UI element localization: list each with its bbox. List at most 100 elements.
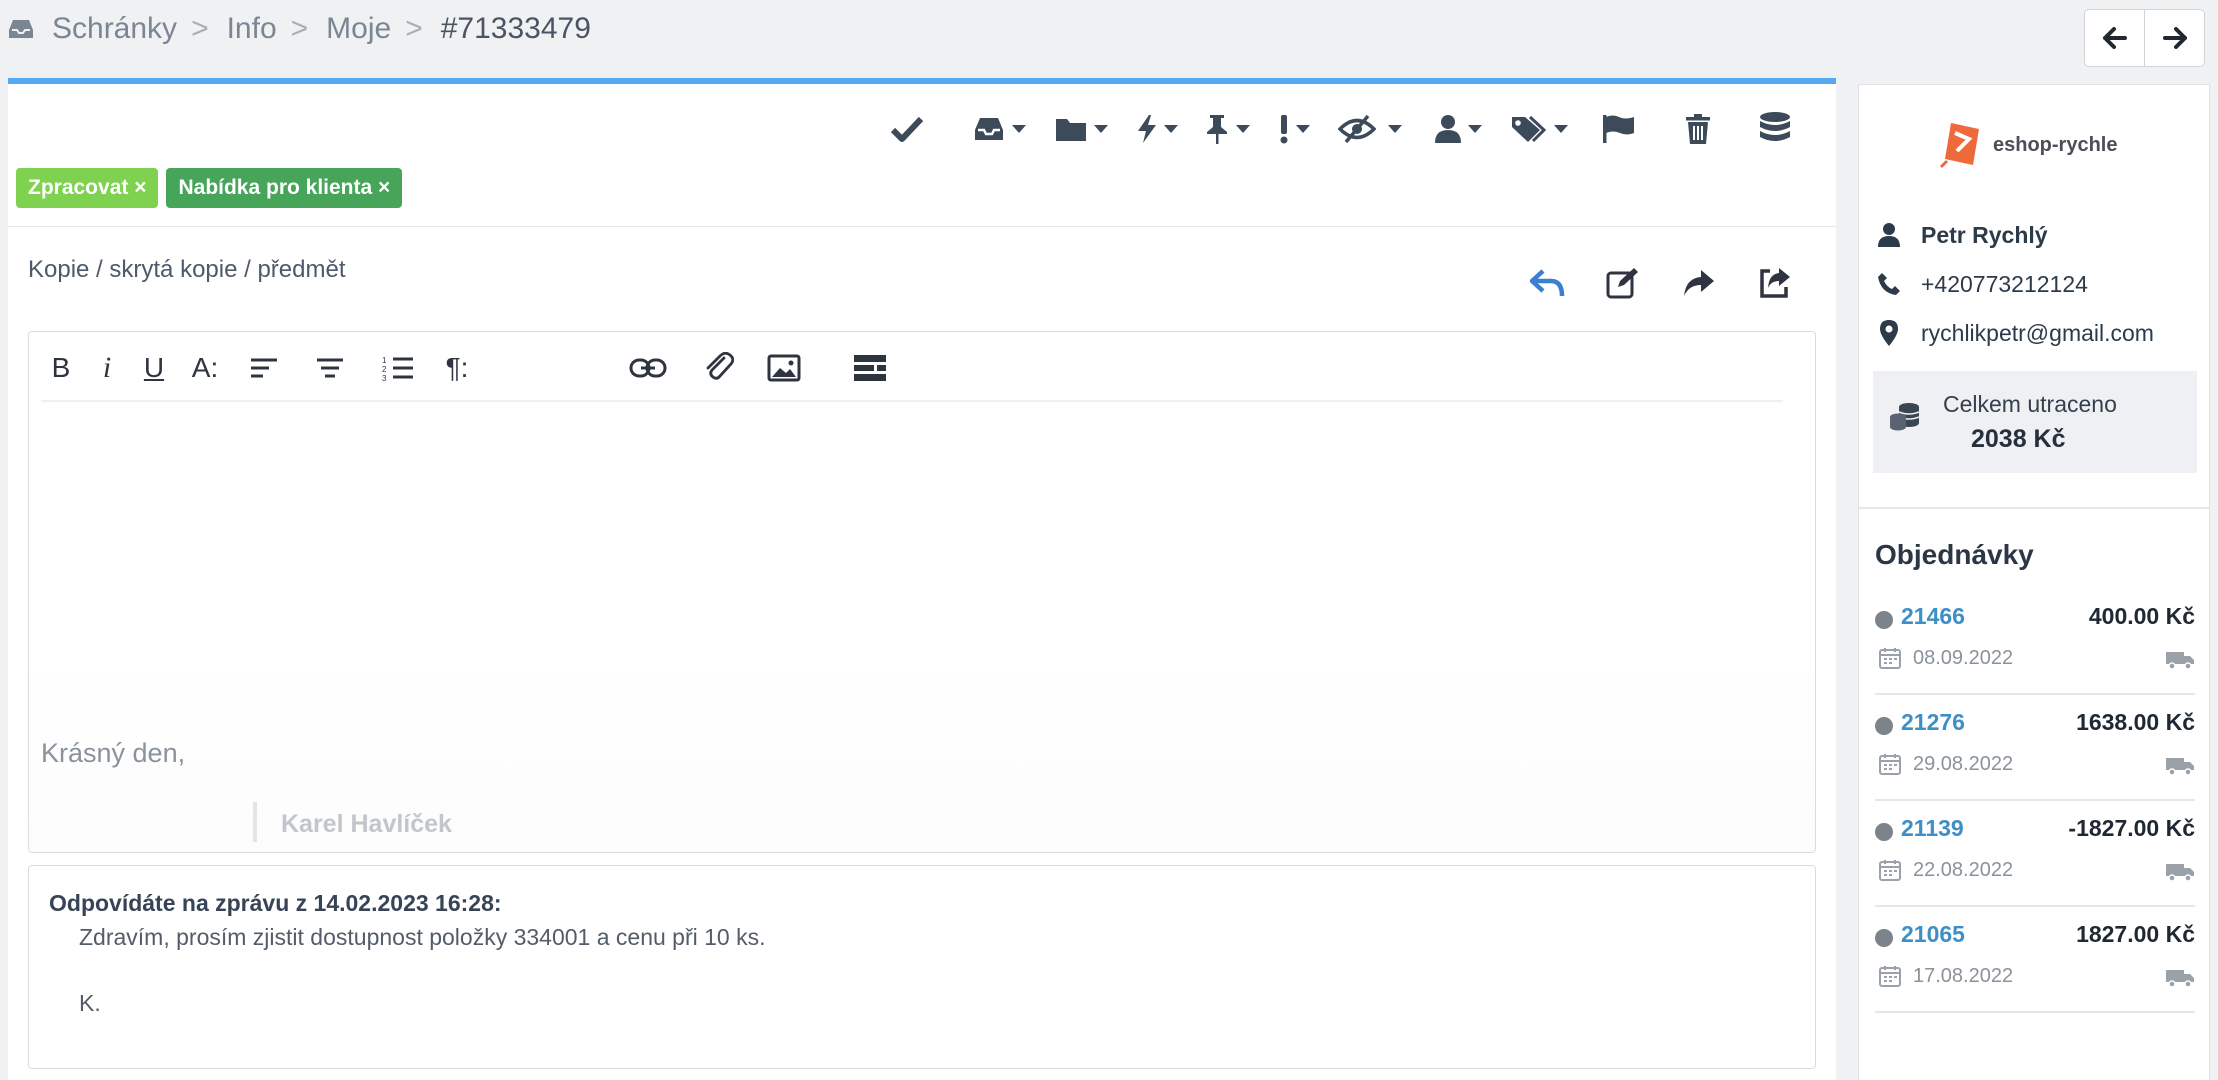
- quoted-message-line: Zdravím, prosím zjistit dostupnost polož…: [79, 924, 766, 950]
- ticket-navigation: [2084, 9, 2205, 67]
- bold-icon: B: [51, 352, 71, 383]
- folder-icon: [1056, 119, 1086, 141]
- action-button[interactable]: [1136, 104, 1178, 154]
- customer-phone[interactable]: +420773212124: [1921, 271, 2088, 298]
- share-button[interactable]: [1756, 264, 1794, 302]
- eshop-logo-icon: [1939, 123, 1979, 169]
- pin-button[interactable]: [1204, 104, 1250, 154]
- ticket-tags: Zpracovat × Nabídka pro klienta ×: [16, 168, 403, 208]
- italic-icon: i: [102, 351, 112, 384]
- divider: [1859, 507, 2209, 509]
- signature-name: Karel Havlíček: [281, 810, 452, 838]
- reply-actions: [1528, 264, 1794, 302]
- visibility-button[interactable]: [1338, 104, 1402, 154]
- coins-icon: [1890, 403, 1920, 431]
- cc-bcc-subject-link[interactable]: Kopie / skrytá kopie / předmět: [28, 256, 345, 284]
- order-item[interactable]: 21139 -1827.00 Kč 22.08.2022: [1875, 801, 2195, 907]
- forward-button[interactable]: [1680, 264, 1718, 302]
- calendar-icon: [1879, 966, 1901, 987]
- edit-icon: [1606, 268, 1638, 299]
- chevron-down-icon: [1012, 125, 1026, 133]
- underline-icon: U: [143, 352, 165, 383]
- flag-button[interactable]: [1602, 104, 1638, 154]
- font-size-button[interactable]: A:: [187, 350, 223, 386]
- chevron-down-icon: [1094, 125, 1108, 133]
- bold-button[interactable]: B: [49, 350, 73, 386]
- inbox-icon: [9, 20, 33, 38]
- editor-content[interactable]: [29, 404, 1815, 852]
- insert-link-button[interactable]: [629, 350, 667, 386]
- breadcrumb-item-schranky[interactable]: Schránky: [52, 12, 177, 46]
- priority-button[interactable]: [1278, 104, 1310, 154]
- order-item[interactable]: 21276 1638.00 Kč 29.08.2022: [1875, 695, 2195, 801]
- customer-email[interactable]: rychlikpetr@gmail.com: [1921, 320, 2154, 347]
- assign-user-button[interactable]: [1434, 104, 1482, 154]
- order-id-link[interactable]: 21139: [1901, 815, 1964, 842]
- orders-title: Objednávky: [1875, 539, 2034, 570]
- tags-button[interactable]: [1510, 104, 1568, 154]
- attach-file-button[interactable]: [703, 350, 735, 386]
- signature-greeting: Krásný den,: [41, 738, 186, 768]
- chevron-down-icon: [1388, 125, 1402, 133]
- align-left-icon: [251, 358, 277, 378]
- database-icon: [1760, 112, 1790, 141]
- order-item[interactable]: 21065 1827.00 Kč 17.08.2022: [1875, 907, 2195, 1013]
- pin-icon: [1207, 115, 1227, 144]
- chevron-down-icon: [1296, 125, 1310, 133]
- database-button[interactable]: [1758, 104, 1792, 154]
- message-editor[interactable]: B i U A: 123 ¶: Krásný den, Karel Havlíč…: [28, 331, 1816, 853]
- reply-button[interactable]: [1528, 264, 1566, 302]
- customer-panel: eshop-rychle Petr Rychlý +420773212124 r…: [1858, 84, 2210, 1080]
- template-button[interactable]: [853, 350, 887, 386]
- underline-button[interactable]: U: [141, 350, 167, 386]
- customer-name-row: Petr Rychlý: [1875, 221, 2048, 249]
- top-bar: Schránky > Info > Moje > #71333479: [0, 0, 2218, 72]
- customer-name: Petr Rychlý: [1921, 221, 2048, 248]
- eshop-logo: eshop-rychle: [1939, 117, 2117, 173]
- align-center-button[interactable]: [315, 350, 345, 386]
- order-date: 29.08.2022: [1913, 753, 2014, 775]
- order-item[interactable]: 21466 400.00 Kč 08.09.2022: [1875, 589, 2195, 695]
- ordered-list-button[interactable]: 123: [381, 350, 415, 386]
- tags-icon: [1512, 115, 1547, 143]
- calendar-icon: [1879, 648, 1901, 669]
- truck-icon: [2166, 758, 2194, 776]
- prev-ticket-button[interactable]: [2085, 10, 2144, 66]
- order-id-link[interactable]: 21065: [1901, 921, 1965, 948]
- tag-nabidka-pro-klienta[interactable]: Nabídka pro klienta ×: [166, 168, 403, 208]
- user-icon: [1435, 115, 1461, 143]
- tag-zpracovat[interactable]: Zpracovat ×: [16, 168, 159, 208]
- align-left-button[interactable]: [249, 350, 279, 386]
- breadcrumb-separator: >: [290, 12, 309, 45]
- folder-button[interactable]: [1054, 104, 1108, 154]
- share-icon: [1760, 268, 1790, 298]
- user-icon: [1878, 223, 1900, 247]
- trash-icon: [1686, 114, 1710, 144]
- customer-phone-row: +420773212124: [1875, 270, 2088, 298]
- next-ticket-button[interactable]: [2144, 10, 2204, 66]
- location-pin-icon: [1880, 320, 1898, 346]
- chevron-down-icon: [1164, 125, 1178, 133]
- quoted-message: Odpovídáte na zprávu z 14.02.2023 16:28:…: [28, 865, 1816, 1069]
- paperclip-icon: [706, 352, 734, 380]
- ticket-panel: Zpracovat × Nabídka pro klienta × Kopie …: [8, 78, 1836, 1080]
- breadcrumb-item-info[interactable]: Info: [227, 12, 277, 46]
- edit-note-button[interactable]: [1604, 264, 1642, 302]
- order-total: 1827.00 Kč: [2076, 921, 2195, 947]
- paragraph-icon: ¶:: [445, 352, 469, 383]
- template-icon: [854, 355, 886, 381]
- order-id-link[interactable]: 21466: [1901, 603, 1965, 630]
- ordered-list-icon: 123: [382, 356, 413, 381]
- italic-button[interactable]: i: [97, 350, 117, 386]
- resolve-button[interactable]: [890, 104, 924, 154]
- order-id-link[interactable]: 21276: [1901, 709, 1965, 736]
- paragraph-button[interactable]: ¶:: [439, 350, 475, 386]
- insert-image-button[interactable]: [767, 350, 801, 386]
- customer-email-row: rychlikpetr@gmail.com: [1875, 319, 2154, 347]
- delete-button[interactable]: [1684, 104, 1712, 154]
- move-inbox-button[interactable]: [972, 104, 1026, 154]
- check-icon: [890, 116, 924, 142]
- breadcrumb: Schránky > Info > Moje > #71333479: [6, 12, 591, 46]
- breadcrumb-item-moje[interactable]: Moje: [326, 12, 391, 46]
- quoted-message-heading: Odpovídáte na zprávu z 14.02.2023 16:28:: [49, 890, 502, 916]
